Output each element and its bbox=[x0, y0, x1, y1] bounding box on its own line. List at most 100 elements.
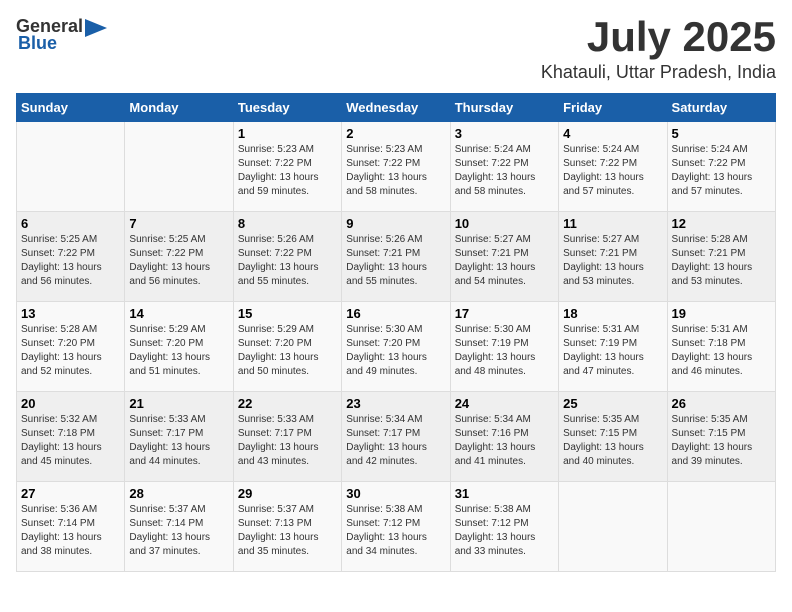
calendar-cell: 10Sunrise: 5:27 AMSunset: 7:21 PMDayligh… bbox=[450, 212, 558, 302]
day-info: Sunrise: 5:23 AMSunset: 7:22 PMDaylight:… bbox=[238, 143, 337, 199]
calendar-cell: 18 Sunrise: 5:31 AMSunset: 7:19 PMDayligh… bbox=[559, 302, 667, 392]
day-info: Sunrise: 5:24 AMSunset: 7:22 PMDaylight:… bbox=[672, 143, 771, 199]
month-title: July 2025 bbox=[541, 16, 776, 58]
day-info: Sunrise: 5:26 AMSunset: 7:22 PMDaylight:… bbox=[238, 233, 337, 289]
calendar-cell: 1 Sunrise: 5:23 AMSunset: 7:22 PMDaylight… bbox=[233, 122, 341, 212]
day-number: 9 bbox=[346, 216, 445, 231]
day-info: Sunrise: 5:27 AMSunset: 7:21 PMDaylight:… bbox=[455, 233, 554, 289]
day-info: Sunrise: 5:29 AMSunset: 7:20 PMDaylight:… bbox=[238, 323, 337, 379]
calendar-cell: 27Sunrise: 5:36 AMSunset: 7:14 PMDayligh… bbox=[17, 482, 125, 572]
calendar-cell: 6 Sunrise: 5:25 AMSunset: 7:22 PMDaylight… bbox=[17, 212, 125, 302]
day-info: Sunrise: 5:26 AMSunset: 7:21 PMDaylight:… bbox=[346, 233, 445, 289]
day-number: 29 bbox=[238, 486, 337, 501]
day-info: Sunrise: 5:25 AMSunset: 7:22 PMDaylight:… bbox=[129, 233, 228, 289]
day-number: 1 bbox=[238, 126, 337, 141]
day-number: 8 bbox=[238, 216, 337, 231]
day-info: Sunrise: 5:34 AMSunset: 7:16 PMDaylight:… bbox=[455, 413, 554, 469]
location-title: Khatauli, Uttar Pradesh, India bbox=[541, 62, 776, 83]
day-info: Sunrise: 5:30 AMSunset: 7:20 PMDaylight:… bbox=[346, 323, 445, 379]
day-number: 4 bbox=[563, 126, 662, 141]
calendar-week-row: 1 Sunrise: 5:23 AMSunset: 7:22 PMDaylight… bbox=[17, 122, 776, 212]
day-info: Sunrise: 5:29 AMSunset: 7:20 PMDaylight:… bbox=[129, 323, 228, 379]
day-info: Sunrise: 5:38 AMSunset: 7:12 PMDaylight:… bbox=[455, 503, 554, 559]
calendar-cell bbox=[667, 482, 775, 572]
day-number: 30 bbox=[346, 486, 445, 501]
calendar-cell: 11 Sunrise: 5:27 AMSunset: 7:21 PMDayligh… bbox=[559, 212, 667, 302]
calendar-week-row: 27Sunrise: 5:36 AMSunset: 7:14 PMDayligh… bbox=[17, 482, 776, 572]
day-number: 3 bbox=[455, 126, 554, 141]
day-info: Sunrise: 5:33 AMSunset: 7:17 PMDaylight:… bbox=[238, 413, 337, 469]
calendar-week-row: 6 Sunrise: 5:25 AMSunset: 7:22 PMDaylight… bbox=[17, 212, 776, 302]
logo-blue-text: Blue bbox=[18, 33, 57, 54]
day-info: Sunrise: 5:25 AMSunset: 7:22 PMDaylight:… bbox=[21, 233, 120, 289]
day-info: Sunrise: 5:28 AMSunset: 7:20 PMDaylight:… bbox=[21, 323, 120, 379]
calendar-cell: 3 Sunrise: 5:24 AMSunset: 7:22 PMDaylight… bbox=[450, 122, 558, 212]
day-info: Sunrise: 5:37 AMSunset: 7:14 PMDaylight:… bbox=[129, 503, 228, 559]
title-block: July 2025 Khatauli, Uttar Pradesh, India bbox=[541, 16, 776, 83]
calendar-cell: 13 Sunrise: 5:28 AMSunset: 7:20 PMDayligh… bbox=[17, 302, 125, 392]
day-info: Sunrise: 5:31 AMSunset: 7:18 PMDaylight:… bbox=[672, 323, 771, 379]
calendar-cell: 9 Sunrise: 5:26 AMSunset: 7:21 PMDaylight… bbox=[342, 212, 450, 302]
calendar-cell: 2Sunrise: 5:23 AMSunset: 7:22 PMDaylight… bbox=[342, 122, 450, 212]
calendar-cell: 17Sunrise: 5:30 AMSunset: 7:19 PMDayligh… bbox=[450, 302, 558, 392]
calendar-cell: 4Sunrise: 5:24 AMSunset: 7:22 PMDaylight… bbox=[559, 122, 667, 212]
page-header: General Blue July 2025 Khatauli, Uttar P… bbox=[16, 16, 776, 83]
calendar-week-row: 20Sunrise: 5:32 AMSunset: 7:18 PMDayligh… bbox=[17, 392, 776, 482]
calendar-cell: 14 Sunrise: 5:29 AMSunset: 7:20 PMDayligh… bbox=[125, 302, 233, 392]
day-number: 11 bbox=[563, 216, 662, 231]
calendar-cell: 7 Sunrise: 5:25 AMSunset: 7:22 PMDaylight… bbox=[125, 212, 233, 302]
day-number: 20 bbox=[21, 396, 120, 411]
calendar-cell: 5 Sunrise: 5:24 AMSunset: 7:22 PMDaylight… bbox=[667, 122, 775, 212]
day-number: 7 bbox=[129, 216, 228, 231]
day-number: 16 bbox=[346, 306, 445, 321]
weekday-header-row: SundayMondayTuesdayWednesdayThursdayFrid… bbox=[17, 94, 776, 122]
day-number: 13 bbox=[21, 306, 120, 321]
day-info: Sunrise: 5:24 AMSunset: 7:22 PMDaylight:… bbox=[455, 143, 554, 199]
calendar-week-row: 13 Sunrise: 5:28 AMSunset: 7:20 PMDayligh… bbox=[17, 302, 776, 392]
calendar-cell: 20Sunrise: 5:32 AMSunset: 7:18 PMDayligh… bbox=[17, 392, 125, 482]
calendar-cell: 15 Sunrise: 5:29 AMSunset: 7:20 PMDayligh… bbox=[233, 302, 341, 392]
calendar-cell: 30 Sunrise: 5:38 AMSunset: 7:12 PMDayligh… bbox=[342, 482, 450, 572]
calendar-cell: 23Sunrise: 5:34 AMSunset: 7:17 PMDayligh… bbox=[342, 392, 450, 482]
calendar-cell: 28 Sunrise: 5:37 AMSunset: 7:14 PMDayligh… bbox=[125, 482, 233, 572]
weekday-header: Friday bbox=[559, 94, 667, 122]
calendar-cell: 21Sunrise: 5:33 AMSunset: 7:17 PMDayligh… bbox=[125, 392, 233, 482]
calendar-cell: 16 Sunrise: 5:30 AMSunset: 7:20 PMDayligh… bbox=[342, 302, 450, 392]
calendar-cell: 22 Sunrise: 5:33 AMSunset: 7:17 PMDayligh… bbox=[233, 392, 341, 482]
day-number: 6 bbox=[21, 216, 120, 231]
day-number: 15 bbox=[238, 306, 337, 321]
day-number: 26 bbox=[672, 396, 771, 411]
day-number: 24 bbox=[455, 396, 554, 411]
calendar-cell: 19Sunrise: 5:31 AMSunset: 7:18 PMDayligh… bbox=[667, 302, 775, 392]
day-number: 5 bbox=[672, 126, 771, 141]
day-info: Sunrise: 5:38 AMSunset: 7:12 PMDaylight:… bbox=[346, 503, 445, 559]
day-number: 14 bbox=[129, 306, 228, 321]
day-info: Sunrise: 5:35 AMSunset: 7:15 PMDaylight:… bbox=[563, 413, 662, 469]
calendar-cell: 31 Sunrise: 5:38 AMSunset: 7:12 PMDayligh… bbox=[450, 482, 558, 572]
day-number: 31 bbox=[455, 486, 554, 501]
day-number: 23 bbox=[346, 396, 445, 411]
day-number: 25 bbox=[563, 396, 662, 411]
day-info: Sunrise: 5:37 AMSunset: 7:13 PMDaylight:… bbox=[238, 503, 337, 559]
weekday-header: Tuesday bbox=[233, 94, 341, 122]
day-number: 28 bbox=[129, 486, 228, 501]
logo-arrow-icon bbox=[85, 19, 107, 37]
weekday-header: Sunday bbox=[17, 94, 125, 122]
day-number: 18 bbox=[563, 306, 662, 321]
weekday-header: Monday bbox=[125, 94, 233, 122]
day-number: 22 bbox=[238, 396, 337, 411]
logo: General Blue bbox=[16, 16, 107, 54]
day-number: 12 bbox=[672, 216, 771, 231]
calendar-cell: 29 Sunrise: 5:37 AMSunset: 7:13 PMDayligh… bbox=[233, 482, 341, 572]
day-info: Sunrise: 5:31 AMSunset: 7:19 PMDaylight:… bbox=[563, 323, 662, 379]
calendar-cell: 24 Sunrise: 5:34 AMSunset: 7:16 PMDayligh… bbox=[450, 392, 558, 482]
calendar-cell bbox=[125, 122, 233, 212]
day-info: Sunrise: 5:35 AMSunset: 7:15 PMDaylight:… bbox=[672, 413, 771, 469]
day-number: 27 bbox=[21, 486, 120, 501]
day-info: Sunrise: 5:23 AMSunset: 7:22 PMDaylight:… bbox=[346, 143, 445, 199]
day-info: Sunrise: 5:27 AMSunset: 7:21 PMDaylight:… bbox=[563, 233, 662, 289]
calendar-cell: 26 Sunrise: 5:35 AMSunset: 7:15 PMDayligh… bbox=[667, 392, 775, 482]
weekday-header: Thursday bbox=[450, 94, 558, 122]
day-info: Sunrise: 5:28 AMSunset: 7:21 PMDaylight:… bbox=[672, 233, 771, 289]
weekday-header: Saturday bbox=[667, 94, 775, 122]
